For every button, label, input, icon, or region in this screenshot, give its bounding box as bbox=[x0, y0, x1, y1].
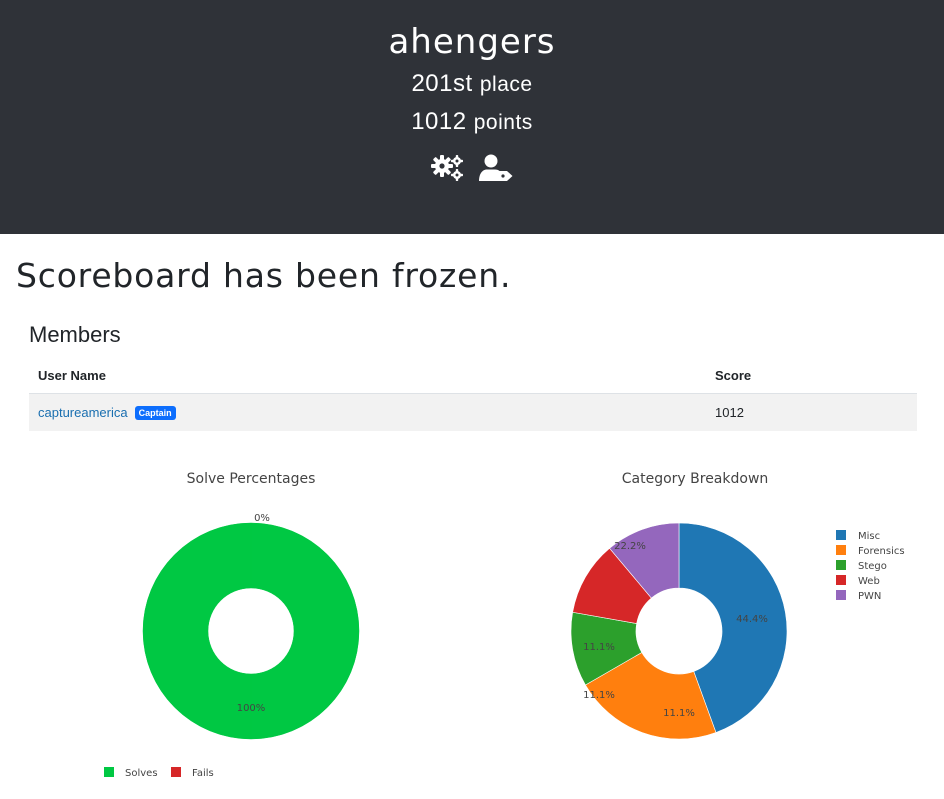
legend-swatch bbox=[836, 590, 846, 600]
data-label: 22.2% bbox=[614, 541, 646, 552]
members-title: Members bbox=[29, 322, 121, 347]
points-label: points bbox=[473, 111, 533, 134]
data-label: 0% bbox=[254, 513, 270, 524]
members-table: User Name Score captureamerica Captain 10… bbox=[29, 357, 917, 431]
col-score: Score bbox=[706, 357, 917, 394]
legend-label: Stego bbox=[858, 561, 887, 572]
member-cell: captureamerica Captain bbox=[29, 393, 706, 431]
team-place: 201st place bbox=[0, 70, 944, 98]
data-label: 100% bbox=[237, 703, 266, 714]
data-label: 11.1% bbox=[583, 690, 615, 701]
team-header: ahengers 201st place 1012 points bbox=[0, 0, 944, 234]
place-label: place bbox=[479, 73, 533, 96]
legend-label: PWN bbox=[858, 591, 881, 602]
data-label: 11.1% bbox=[663, 708, 695, 719]
col-user-name: User Name bbox=[29, 357, 706, 394]
points-number: 1012 bbox=[411, 108, 467, 135]
legend-swatch bbox=[836, 560, 846, 570]
member-link[interactable]: captureamerica bbox=[38, 405, 128, 420]
charts-area: Solve Percentages 100% 0% Solves Fails Catego… bbox=[104, 471, 905, 779]
chart-title: Solve Percentages bbox=[187, 471, 316, 487]
team-points: 1012 points bbox=[0, 108, 944, 136]
legend-swatch bbox=[836, 530, 846, 540]
legend-swatch bbox=[836, 545, 846, 555]
data-label: 11.1% bbox=[583, 642, 615, 653]
legend-label: Forensics bbox=[858, 546, 905, 557]
chart-title: Category Breakdown bbox=[622, 471, 769, 487]
legend-swatch bbox=[104, 767, 114, 777]
legend-label: Solves bbox=[125, 768, 158, 779]
member-score: 1012 bbox=[706, 393, 917, 431]
gears-icon[interactable] bbox=[430, 152, 466, 184]
legend-swatch bbox=[836, 575, 846, 585]
team-actions bbox=[0, 152, 944, 184]
legend-label: Fails bbox=[192, 768, 214, 779]
legend-label: Web bbox=[858, 576, 880, 587]
captain-badge: Captain bbox=[134, 406, 176, 420]
team-name: ahengers bbox=[388, 22, 556, 62]
table-header-row: User Name Score bbox=[29, 357, 917, 394]
legend-label: Misc bbox=[858, 531, 880, 542]
table-row: captureamerica Captain 1012 bbox=[29, 393, 917, 431]
data-label: 44.4% bbox=[736, 614, 768, 625]
place-number: 201st bbox=[411, 70, 473, 97]
legend-swatch bbox=[171, 767, 181, 777]
user-tag-icon[interactable] bbox=[478, 152, 514, 184]
frozen-notice: Scoreboard has been frozen. bbox=[16, 256, 512, 295]
